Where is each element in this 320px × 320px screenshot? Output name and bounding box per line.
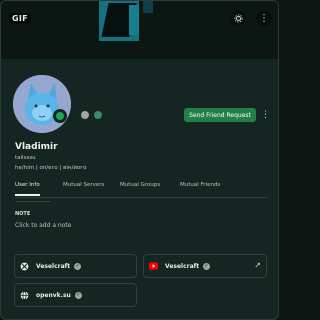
more-actions-icon[interactable]: ⋮ [261, 108, 270, 122]
verified-check-icon: ✓ [74, 262, 82, 270]
connection-card-youtube[interactable]: Veselcraft ✓ ↗ [143, 254, 267, 278]
connection-name: Veselcraft [36, 262, 71, 270]
connection-card-website[interactable]: openvk.su ✓ [14, 283, 137, 307]
verified-check-icon: ✓ [74, 291, 82, 299]
more-options-icon[interactable]: ⋮ [256, 10, 272, 26]
connection-name: openvk.su [36, 291, 71, 299]
connection-name: Veselcraft [165, 262, 200, 270]
note-input[interactable]: Click to add a note [15, 222, 71, 229]
badge-icon[interactable] [81, 111, 89, 119]
globe-icon [20, 290, 29, 300]
xbox-icon [20, 262, 29, 271]
pronouns: he/him | on/его | він/його [15, 165, 87, 171]
tab-mutual-servers[interactable]: Mutual Servers [63, 182, 104, 188]
youtube-icon [149, 262, 158, 271]
send-friend-request-button[interactable]: Send Friend Request [184, 108, 256, 122]
settings-icon[interactable] [230, 10, 246, 26]
note-header: NOTE [15, 211, 31, 217]
tab-mutual-friends[interactable]: Mutual Friends [180, 182, 220, 188]
connection-card-xbox[interactable]: Veselcraft ✓ [14, 254, 137, 278]
nitro-badge-icon[interactable] [94, 111, 102, 119]
gif-badge: GIF [9, 13, 31, 24]
display-name: Vladimir [15, 142, 58, 152]
username: tailsssu [15, 155, 36, 161]
profile-tabs: User Info Mutual Servers Mutual Groups M… [15, 182, 268, 198]
verified-check-icon: ✓ [203, 262, 211, 270]
avatar[interactable] [13, 75, 71, 133]
external-link-icon[interactable]: ↗ [254, 261, 261, 270]
user-profile-modal: GIF ⋮ Send Friend Request ⋮ Vladimir tai… [0, 0, 279, 320]
tab-user-info[interactable]: User Info [15, 182, 40, 196]
online-status-icon [53, 109, 67, 123]
tab-mutual-groups[interactable]: Mutual Groups [120, 182, 160, 188]
scrolled-content-edge: ———————— [15, 200, 51, 205]
